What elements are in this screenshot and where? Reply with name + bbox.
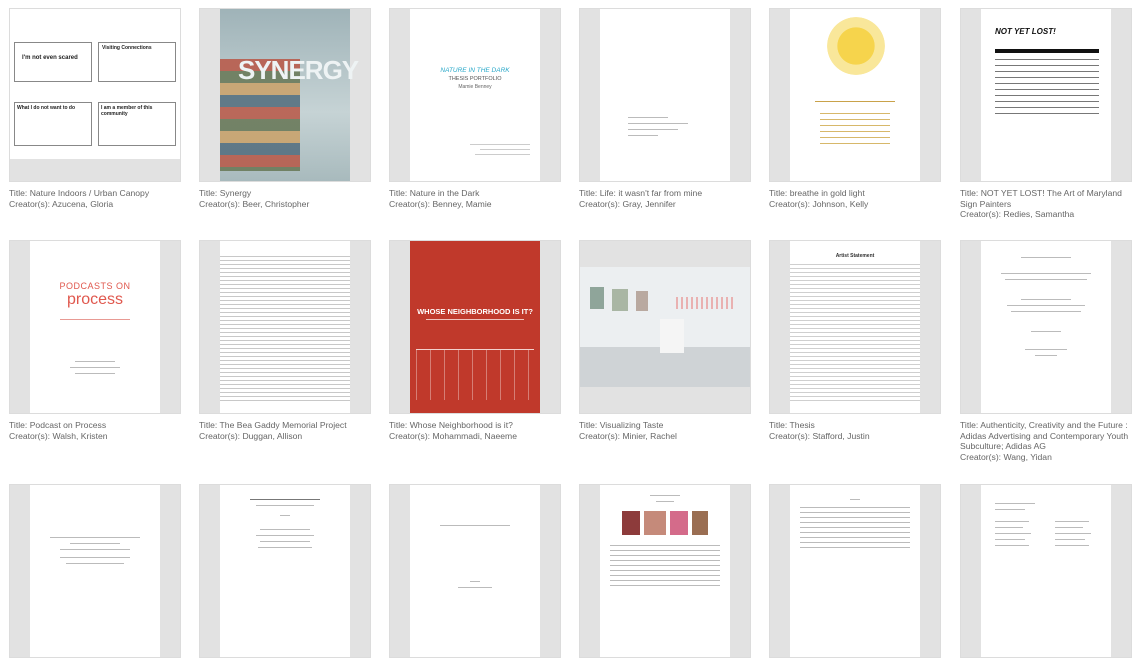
gallery-item[interactable]: Title: Visualizing Taste Creator(s): Min… [579,240,751,441]
item-title[interactable]: Title: NOT YET LOST! The Art of Maryland… [960,188,1132,209]
thumb-text: PODCASTS ON [59,281,131,291]
gallery-item[interactable]: Title: breathe in gold light Creator(s):… [769,8,941,209]
item-title[interactable]: Title: Nature Indoors / Urban Canopy [9,188,181,199]
gallery-item[interactable]: WHOSE NEIGHBORHOOD IS IT? Title: Whose N… [389,240,561,441]
item-title[interactable]: Title: Whose Neighborhood is it? [389,420,561,431]
gallery-item[interactable] [960,484,1132,664]
item-creator: Creator(s): Duggan, Allison [199,430,303,441]
item-creator: Creator(s): Johnson, Kelly [769,198,869,209]
thumbnail[interactable]: PODCASTS ON process [9,240,181,414]
thumbnail[interactable]: WHOSE NEIGHBORHOOD IS IT? [389,240,561,414]
gallery-item[interactable] [579,484,751,664]
item-creator: Creator(s): Stafford, Justin [769,430,870,441]
item-creator: Creator(s): Redies, Samantha [960,209,1075,220]
thumbnail[interactable] [199,484,371,658]
thumbnail[interactable] [960,484,1132,658]
item-creator: Creator(s): Walsh, Kristen [9,430,108,441]
thumbnail[interactable]: NATURE IN THE DARK THESIS PORTFOLIO Mami… [389,8,561,182]
gallery-item[interactable]: Artist Statement Title: Thesis Creator(s… [769,240,941,441]
gallery-item[interactable]: NATURE IN THE DARK THESIS PORTFOLIO Mami… [389,8,561,209]
sun-illustration [827,17,885,75]
thumbnail[interactable]: I'm not even scared Visiting Connections… [9,8,181,182]
item-title[interactable]: Title: breathe in gold light [769,188,941,199]
thumb-text: What I do not want to do [17,105,76,111]
item-title[interactable]: Title: Life: it wasn't far from mine [579,188,751,199]
thumbnail[interactable] [199,240,371,414]
gallery-item[interactable] [199,484,371,664]
item-title[interactable]: Title: Visualizing Taste [579,420,751,431]
thumb-word: SYNERGY [238,55,359,85]
gallery-item[interactable]: I'm not even scared Visiting Connections… [9,8,181,209]
gallery-item[interactable]: Title: The Bea Gaddy Memorial Project Cr… [199,240,371,441]
thumb-text: I am a member of this community [101,105,153,117]
item-creator: Creator(s): Benney, Mamie [389,198,492,209]
thumbnail[interactable] [579,484,751,658]
item-title[interactable]: Title: Authenticity, Creativity and the … [960,420,1132,452]
item-title[interactable]: Title: Podcast on Process [9,420,181,431]
thumbnail[interactable] [769,484,941,658]
item-title[interactable]: Title: Nature in the Dark [389,188,561,199]
thumbnail[interactable] [9,484,181,658]
item-creator: Creator(s): Wang, Yidan [960,451,1052,462]
thumb-heading: WHOSE NEIGHBORHOOD IS IT? [417,307,533,316]
thumb-text: THESIS PORTFOLIO [448,76,502,82]
gallery-item[interactable] [389,484,561,664]
item-creator: Creator(s): Azucena, Gloria [9,198,114,209]
thumb-heading: NATURE IN THE DARK [440,67,510,74]
thumb-heading: Artist Statement [835,253,875,259]
thumb-heading: NOT YET LOST! [995,27,1056,36]
gallery-item[interactable]: PODCASTS ON process Title: Podcast on Pr… [9,240,181,441]
thumbnail[interactable] [389,484,561,658]
item-creator: Creator(s): Mohammadi, Naeeme [389,430,517,441]
gallery-item[interactable]: NOT YET LOST! Title: NOT YET LOST! The A… [960,8,1132,220]
thumb-text: Visiting Connections [102,45,152,51]
gallery-item[interactable] [769,484,941,664]
thumbnail[interactable] [579,8,751,182]
item-creator: Creator(s): Minier, Rachel [579,430,677,441]
item-title[interactable]: Title: The Bea Gaddy Memorial Project [199,420,371,431]
thumbnail[interactable] [769,8,941,182]
item-creator: Creator(s): Gray, Jennifer [579,198,676,209]
gallery-item[interactable] [9,484,181,664]
item-title[interactable]: Title: Thesis [769,420,941,431]
thumbnail[interactable] [960,240,1132,414]
gallery-item[interactable]: SYNERGY Title: Synergy Creator(s): Beer,… [199,8,371,209]
thumb-text: process [66,291,124,308]
item-creator: Creator(s): Beer, Christopher [199,198,310,209]
thumbnail[interactable]: Artist Statement [769,240,941,414]
gallery-item[interactable]: Title: Authenticity, Creativity and the … [960,240,1132,462]
thumbnail[interactable]: NOT YET LOST! [960,8,1132,182]
thumb-text: Mamie Benney [458,84,492,90]
rowhouses-illustration [416,349,534,400]
thumbnail[interactable]: SYNERGY [199,8,371,182]
item-title[interactable]: Title: Synergy [199,188,371,199]
thumb-text: I'm not even scared [22,55,78,61]
gallery-item[interactable]: Title: Life: it wasn't far from mine Cre… [579,8,751,209]
thumbnail[interactable] [579,240,751,414]
